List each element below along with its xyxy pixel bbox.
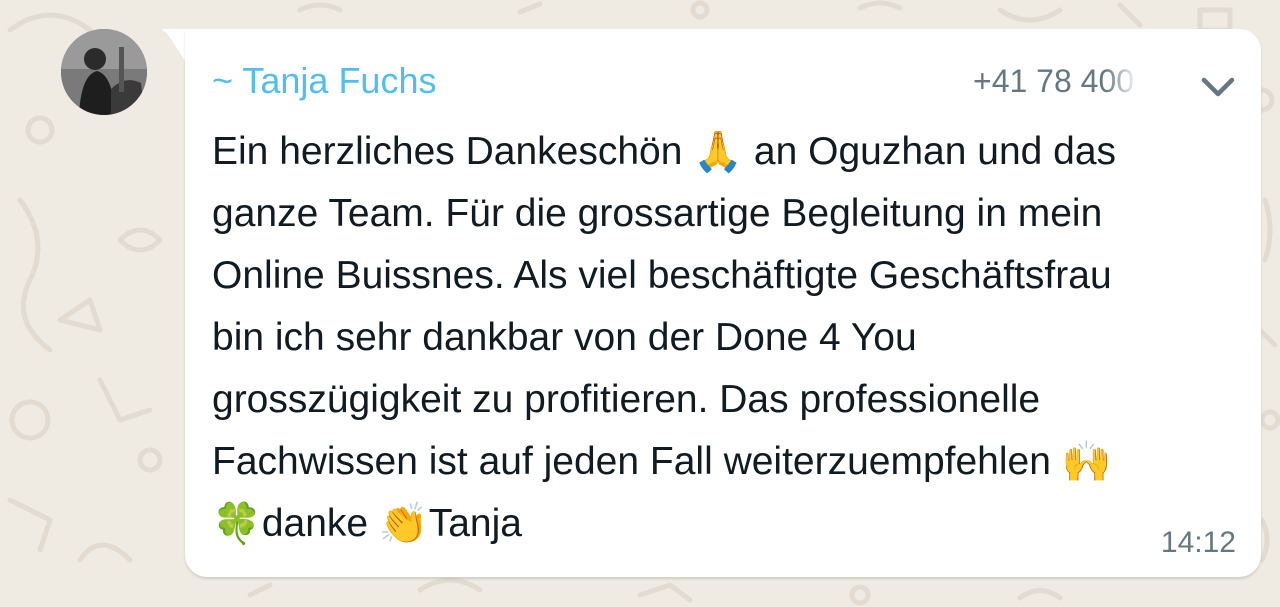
- message-line: Fachwissen ist auf jeden Fall weiterzuem…: [212, 431, 1252, 493]
- four-leaf-clover-emoji-icon: 🍀: [212, 501, 262, 547]
- message-bubble[interactable]: ~ Tanja Fuchs +41 78 400 Ein herzliches …: [185, 29, 1261, 577]
- sender-phone: +41 78 400: [973, 63, 1135, 99]
- message-timestamp: 14:12: [1160, 526, 1236, 559]
- message-line: 🍀danke 👏Tanja: [212, 493, 1252, 555]
- avatar-photo: [61, 29, 147, 115]
- folded-hands-emoji-icon: 🙏: [693, 129, 744, 175]
- message-text: Ein herzliches Dankeschön 🙏 an Oguzhan u…: [212, 121, 1252, 555]
- message-line: Online Buissnes. Als viel beschäftigte G…: [212, 254, 1112, 297]
- message-line: Ein herzliches Dankeschön 🙏 an Oguzhan u…: [212, 121, 1252, 183]
- avatar[interactable]: [61, 29, 147, 115]
- message-line: ganze Team. Für die grossartige Begleitu…: [212, 192, 1103, 235]
- clapping-hands-emoji-icon: 👏: [378, 501, 429, 547]
- message-line: grosszügigkeit zu profitieren. Das profe…: [212, 378, 1041, 421]
- sender-name[interactable]: ~ Tanja Fuchs: [212, 59, 436, 103]
- chevron-down-icon[interactable]: [1198, 69, 1238, 105]
- message-line: bin ich sehr dankbar von der Done 4 You: [212, 316, 917, 359]
- raising-hands-emoji-icon: 🙌: [1061, 439, 1112, 485]
